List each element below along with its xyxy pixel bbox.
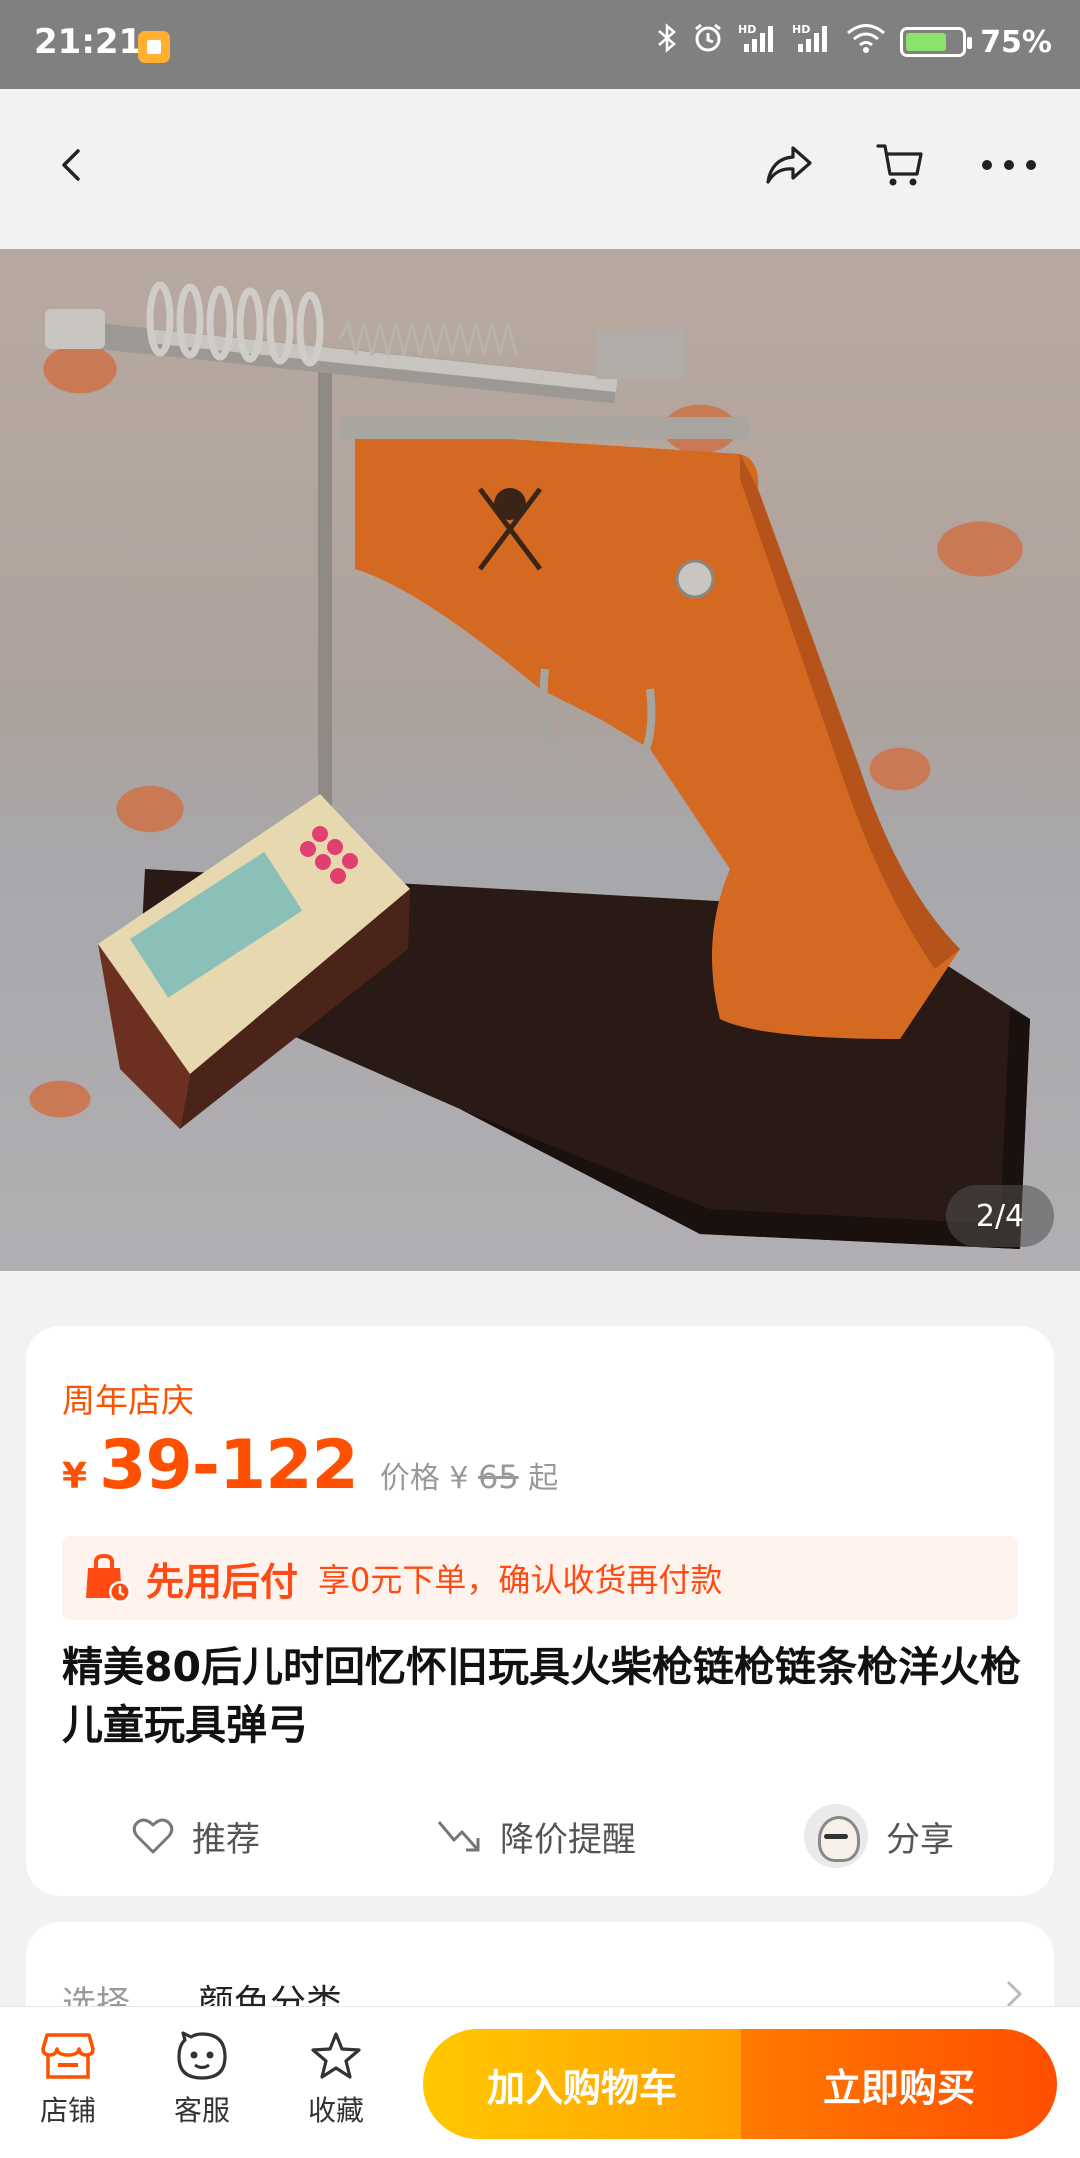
top-nav-bar — [0, 89, 1080, 249]
original-price-value: 65 — [478, 1458, 519, 1496]
price-alert-button[interactable]: 降价提醒 — [436, 1796, 636, 1876]
customer-service-label: 客服 — [173, 2094, 230, 2127]
status-icons: HD HD 75% — [656, 22, 1052, 62]
customer-service-icon — [177, 2031, 227, 2080]
recommend-button[interactable]: 推荐 — [132, 1796, 260, 1876]
product-actions: 推荐 降价提醒 分享 — [26, 1796, 1054, 1876]
battery-charging-icon — [900, 27, 973, 57]
recommend-label: 推荐 — [192, 1819, 260, 1860]
price-drop-icon — [437, 1821, 480, 1852]
favorite-label: 收藏 — [307, 2094, 364, 2127]
cart-button[interactable] — [864, 129, 936, 201]
heart-icon — [132, 1818, 174, 1854]
promo-tag: 周年店庆 — [62, 1381, 194, 1420]
more-button[interactable] — [973, 129, 1045, 201]
favorite-tab[interactable]: 收藏 — [286, 2031, 386, 2129]
price-value: 39-122 — [99, 1426, 359, 1505]
product-image[interactable]: 2/4 — [0, 249, 1080, 1271]
product-photo-illustration — [45, 281, 1030, 1249]
star-icon — [311, 2032, 361, 2079]
original-price: 价格 ¥ 65 起 — [380, 1453, 558, 1497]
price-alert-label: 降价提醒 — [500, 1819, 636, 1860]
price-currency: ¥ — [62, 1456, 88, 1497]
signal-hd-icon: HD — [792, 22, 832, 62]
battery-percent: 75% — [980, 24, 1052, 60]
signal-hd-label: HD — [738, 23, 756, 36]
store-label: 店铺 — [39, 2094, 96, 2127]
app-notification-icon — [138, 31, 170, 63]
wifi-icon — [846, 22, 886, 62]
purchase-buttons: 加入购物车 立即购买 — [423, 2029, 1057, 2139]
share-action-label: 分享 — [886, 1819, 954, 1860]
share-icon — [766, 146, 812, 184]
product-info-card: 周年店庆 ¥ 39-122 价格 ¥ 65 起 先用后付 享0元下单，确认收货再… — [26, 1326, 1054, 1896]
pay-later-banner[interactable]: 先用后付 享0元下单，确认收货再付款 — [62, 1536, 1018, 1620]
bluetooth-icon — [656, 22, 678, 62]
add-to-cart-button[interactable]: 加入购物车 — [423, 2029, 741, 2139]
original-price-prefix: 价格 ¥ — [379, 1461, 469, 1496]
cart-icon — [876, 144, 923, 186]
original-price-suffix: 起 — [528, 1461, 559, 1496]
avatar — [804, 1804, 868, 1868]
signal-hd-label: HD — [792, 23, 810, 36]
buy-now-button[interactable]: 立即购买 — [741, 2029, 1057, 2139]
customer-service-tab[interactable]: 客服 — [152, 2031, 252, 2129]
share-button[interactable] — [753, 129, 825, 201]
store-tab[interactable]: 店铺 — [18, 2031, 118, 2129]
back-icon — [62, 149, 80, 181]
status-time: 21:21 — [34, 22, 143, 62]
product-title: 精美80后儿时回忆怀旧玩具火柴枪链枪链条枪洋火枪儿童玩具弹弓 — [62, 1643, 1022, 1749]
price-row: ¥ 39-122 价格 ¥ 65 起 — [62, 1426, 558, 1505]
back-button[interactable] — [36, 129, 108, 201]
pay-later-title: 先用后付 — [146, 1559, 299, 1604]
pay-later-description: 享0元下单，确认收货再付款 — [318, 1561, 723, 1599]
alarm-icon — [692, 22, 724, 62]
signal-hd-icon: HD — [738, 22, 778, 62]
shopping-bag-icon — [80, 1552, 132, 1604]
gallery-page-indicator: 2/4 — [946, 1185, 1054, 1247]
share-action-button[interactable]: 分享 — [804, 1796, 954, 1876]
status-bar: 21:21 HD HD 75% — [0, 0, 1080, 89]
store-icon — [41, 2033, 95, 2079]
bottom-action-bar: 店铺 客服 收藏 加入购物车 立即购买 — [0, 2006, 1080, 2158]
more-icon — [982, 160, 1036, 170]
